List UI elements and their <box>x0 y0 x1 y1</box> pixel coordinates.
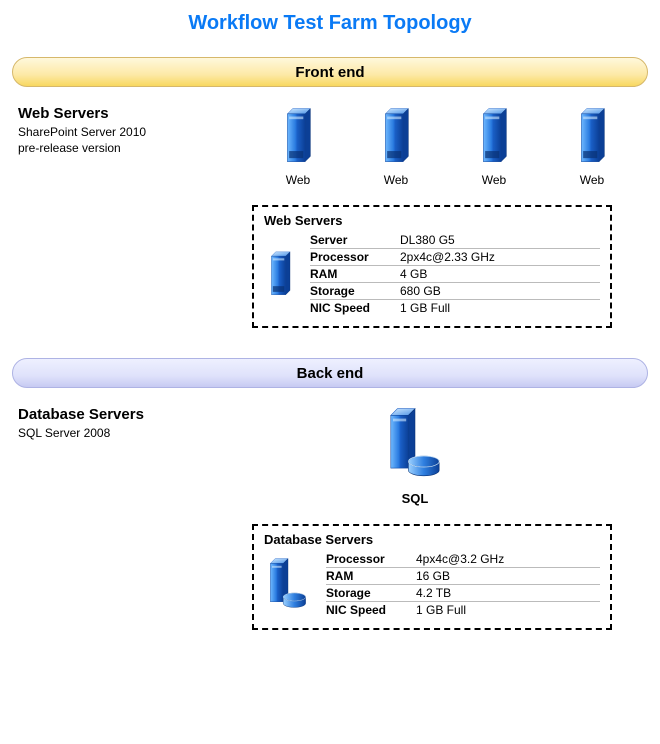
spec-value: 1 GB Full <box>416 603 600 617</box>
web-servers-heading: Web Servers <box>18 105 258 122</box>
spec-key: RAM <box>326 569 416 583</box>
server-tower-icon <box>278 105 318 167</box>
spec-row: NIC Speed 1 GB Full <box>310 300 600 316</box>
web-servers-subtitle-2: pre-release version <box>18 140 258 156</box>
spec-row: Storage 4.2 TB <box>326 585 600 602</box>
server-tower-icon <box>572 105 612 167</box>
database-servers-subtitle: SQL Server 2008 <box>18 425 258 441</box>
spec-value: DL380 G5 <box>400 233 600 247</box>
spec-row: RAM 4 GB <box>310 266 600 283</box>
spec-key: Storage <box>310 284 400 298</box>
web-servers-row: Web Web Web Web <box>258 105 652 187</box>
spec-key: Storage <box>326 586 416 600</box>
spec-value: 1 GB Full <box>400 301 600 315</box>
spec-box-title: Web Servers <box>264 213 600 228</box>
spec-value: 4px4c@3.2 GHz <box>416 552 600 566</box>
web-servers-spec-box: Web Servers Server DL380 G5 Processor 2p… <box>252 205 612 328</box>
spec-key: NIC Speed <box>326 603 416 617</box>
section-header-front-end: Front end <box>12 57 648 87</box>
spec-row: Processor 2px4c@2.33 GHz <box>310 249 600 266</box>
server-label: Web <box>356 173 436 187</box>
page-title: Workflow Test Farm Topology <box>8 12 652 35</box>
spec-row: NIC Speed 1 GB Full <box>326 602 600 618</box>
database-server-item: SQL <box>258 406 652 506</box>
database-server-icon <box>264 557 312 613</box>
server-label: Web <box>552 173 632 187</box>
spec-key: Server <box>310 233 400 247</box>
server-tower-icon <box>376 105 416 167</box>
spec-value: 4.2 TB <box>416 586 600 600</box>
spec-box-title: Database Servers <box>264 532 600 547</box>
database-server-icon <box>382 406 448 484</box>
web-server-item: Web <box>454 105 534 187</box>
spec-value: 16 GB <box>416 569 600 583</box>
section-header-back-end: Back end <box>12 358 648 388</box>
server-tower-icon <box>474 105 514 167</box>
spec-table: Processor 4px4c@3.2 GHz RAM 16 GB Storag… <box>326 551 600 618</box>
spec-row: Server DL380 G5 <box>310 232 600 249</box>
spec-row: RAM 16 GB <box>326 568 600 585</box>
spec-value: 680 GB <box>400 284 600 298</box>
server-label: Web <box>454 173 534 187</box>
spec-row: Storage 680 GB <box>310 283 600 300</box>
spec-table: Server DL380 G5 Processor 2px4c@2.33 GHz… <box>310 232 600 316</box>
spec-key: Processor <box>310 250 400 264</box>
web-server-item: Web <box>258 105 338 187</box>
spec-row: Processor 4px4c@3.2 GHz <box>326 551 600 568</box>
spec-key: NIC Speed <box>310 301 400 315</box>
back-end-description: Database Servers SQL Server 2008 <box>8 406 258 441</box>
web-servers-subtitle-1: SharePoint Server 2010 <box>18 124 258 140</box>
spec-value: 4 GB <box>400 267 600 281</box>
web-server-item: Web <box>356 105 436 187</box>
server-label: SQL <box>258 491 572 506</box>
database-servers-heading: Database Servers <box>18 406 258 423</box>
web-server-item: Web <box>552 105 632 187</box>
server-tower-icon <box>264 249 296 299</box>
front-end-description: Web Servers SharePoint Server 2010 pre-r… <box>8 105 258 156</box>
database-servers-spec-box: Database Servers Processor 4px4c@3.2 GHz… <box>252 524 612 630</box>
spec-key: Processor <box>326 552 416 566</box>
spec-value: 2px4c@2.33 GHz <box>400 250 600 264</box>
spec-key: RAM <box>310 267 400 281</box>
server-label: Web <box>258 173 338 187</box>
